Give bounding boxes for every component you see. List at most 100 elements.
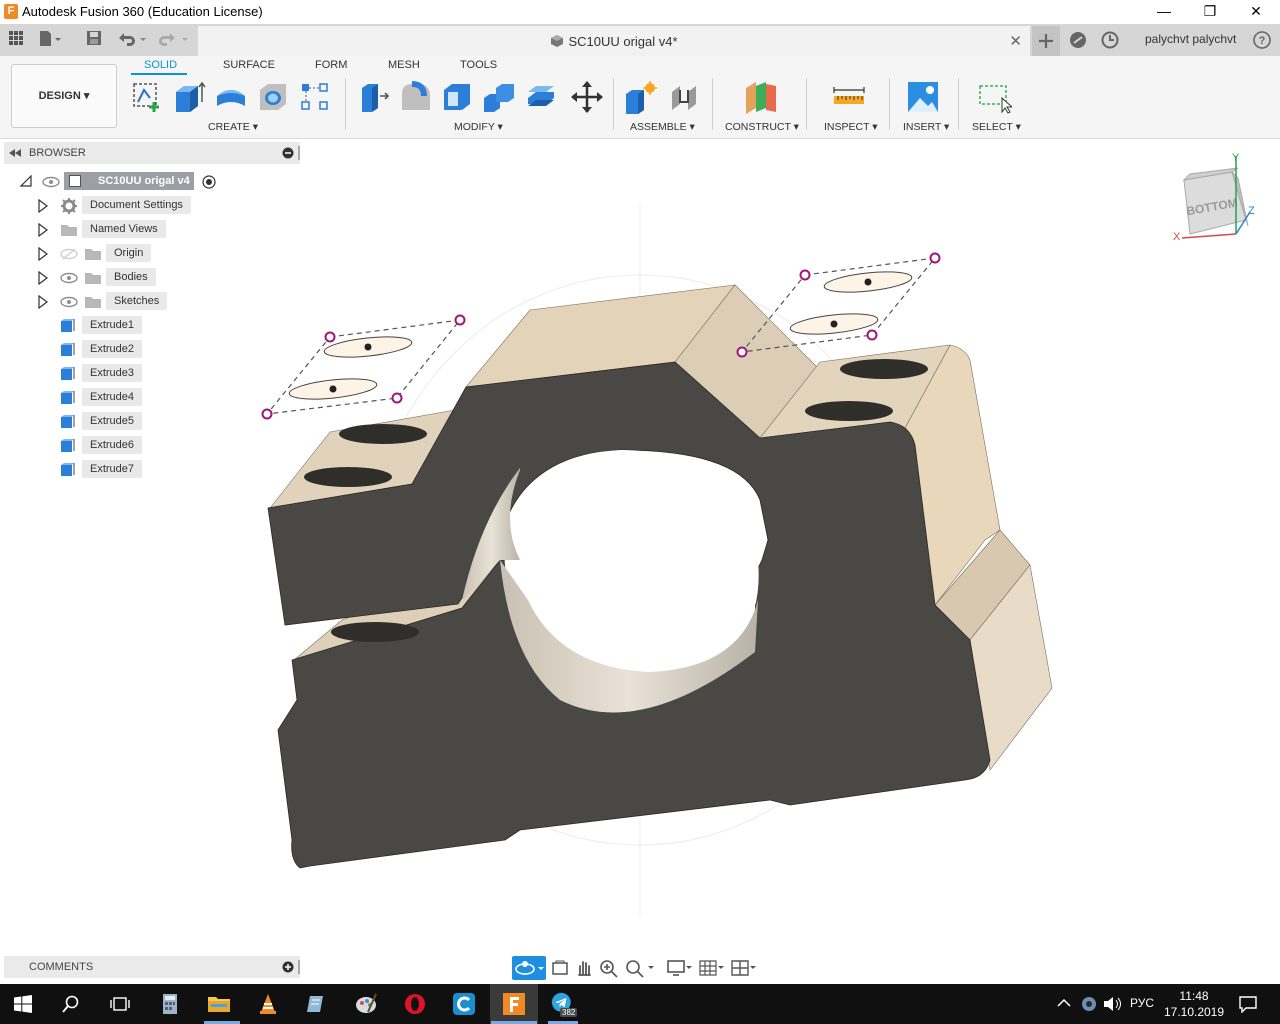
inspect-group-label[interactable]: INSPECT ▾ bbox=[824, 121, 878, 133]
system-clock[interactable]: 11:48 17.10.2019 bbox=[1160, 988, 1228, 1020]
tab-surface[interactable]: SURFACE bbox=[223, 59, 275, 71]
volume-icon[interactable] bbox=[1102, 996, 1122, 1012]
comments-title: COMMENTS bbox=[29, 961, 94, 973]
create-group-label[interactable]: CREATE ▾ bbox=[208, 121, 258, 133]
viewports-icon[interactable] bbox=[730, 958, 758, 978]
sketch-overlay-left[interactable] bbox=[261, 314, 466, 420]
help-glyph: ? bbox=[1259, 35, 1266, 47]
fit-zoom-window-icon[interactable] bbox=[624, 958, 656, 978]
orbit-button[interactable] bbox=[512, 956, 546, 980]
telegram-unread-badge: 382 bbox=[560, 1008, 578, 1017]
select-group-label[interactable]: SELECT ▾ bbox=[972, 121, 1021, 133]
vlc-icon[interactable] bbox=[256, 992, 280, 1016]
assemble-group-label[interactable]: ASSEMBLE ▾ bbox=[630, 121, 695, 133]
clock-date: 17.10.2019 bbox=[1163, 1005, 1225, 1019]
fillet-icon[interactable] bbox=[398, 80, 432, 114]
replace-face-icon[interactable] bbox=[524, 80, 558, 114]
press-pull-icon[interactable] bbox=[356, 80, 390, 114]
toolbar-separator bbox=[345, 78, 346, 130]
navigation-bar bbox=[512, 956, 764, 980]
close-window-button[interactable]: ✕ bbox=[1233, 0, 1279, 24]
joint-icon[interactable] bbox=[668, 80, 702, 114]
combine-icon[interactable] bbox=[482, 80, 516, 114]
look-at-icon[interactable] bbox=[550, 958, 570, 978]
document-tab-label: SC10UU origal v4* bbox=[568, 34, 678, 49]
component-icon bbox=[551, 35, 564, 47]
maximize-button[interactable]: ❐ bbox=[1187, 0, 1233, 24]
tab-bar: SC10UU origal v4* ✕ palychvt palychvt ? bbox=[0, 24, 1280, 56]
orbit-icon bbox=[515, 961, 544, 975]
offset-plane-icon[interactable] bbox=[744, 80, 778, 114]
display-settings-icon[interactable] bbox=[666, 958, 694, 978]
user-name[interactable]: palychvt palychvt bbox=[1145, 32, 1236, 46]
insert-image-icon[interactable] bbox=[906, 80, 940, 114]
tab-form[interactable]: FORM bbox=[315, 59, 347, 71]
plus-icon bbox=[1039, 34, 1053, 48]
job-status-icon[interactable] bbox=[1100, 30, 1120, 50]
ccleaner-icon[interactable] bbox=[452, 992, 476, 1016]
new-component-icon[interactable] bbox=[624, 80, 658, 114]
add-comment-icon[interactable] bbox=[282, 961, 294, 973]
model-viewport[interactable] bbox=[0, 140, 1280, 952]
window-title: Autodesk Fusion 360 (Education License) bbox=[22, 4, 263, 19]
toolbar-separator bbox=[712, 78, 713, 130]
file-explorer-icon[interactable] bbox=[207, 992, 231, 1016]
close-tab-button[interactable]: ✕ bbox=[1009, 32, 1022, 50]
pan-hand-icon[interactable] bbox=[574, 958, 594, 978]
comments-panel[interactable]: COMMENTS bbox=[4, 956, 300, 978]
toolbar-separator bbox=[806, 78, 807, 130]
shell-icon[interactable] bbox=[440, 80, 474, 114]
toolbar-separator bbox=[958, 78, 959, 130]
grid-settings-icon[interactable] bbox=[698, 958, 726, 978]
calculator-icon[interactable] bbox=[158, 992, 182, 1016]
tray-chevron-up-icon[interactable] bbox=[1056, 997, 1072, 1009]
model-body[interactable] bbox=[267, 284, 1053, 869]
opera-icon[interactable] bbox=[403, 992, 427, 1016]
active-tab-underline bbox=[131, 73, 187, 75]
zoom-icon[interactable] bbox=[598, 958, 620, 978]
extrude-icon[interactable] bbox=[172, 80, 206, 114]
windows-taskbar: 382 РУС 11:48 17.10.2019 bbox=[0, 984, 1280, 1024]
tab-solid[interactable]: SOLID bbox=[144, 59, 177, 71]
minimize-button[interactable]: — bbox=[1141, 0, 1187, 24]
title-bar: F Autodesk Fusion 360 (Education License… bbox=[0, 0, 1280, 24]
hole-icon[interactable] bbox=[256, 80, 290, 114]
create-sketch-icon[interactable] bbox=[130, 80, 164, 114]
new-tab-button[interactable] bbox=[1032, 26, 1060, 56]
measure-icon[interactable] bbox=[832, 80, 866, 114]
tab-mesh[interactable]: MESH bbox=[388, 59, 420, 71]
insert-group-label[interactable]: INSERT ▾ bbox=[903, 121, 949, 133]
window-select-icon[interactable] bbox=[978, 80, 1014, 114]
ribbon-toolbar: DESIGN ▾ SOLID SURFACE FORM MESH TOOLS C… bbox=[0, 56, 1280, 139]
windows-start-icon[interactable] bbox=[14, 995, 32, 1013]
document-tab-label-wrap: SC10UU origal v4* bbox=[198, 34, 1030, 49]
view-cube[interactable]: BOTTOM Y X Z bbox=[1170, 150, 1260, 246]
onedrive-icon[interactable] bbox=[1080, 995, 1098, 1013]
fusion360-taskbar-icon[interactable] bbox=[502, 992, 526, 1016]
data-panel-icon[interactable] bbox=[1068, 30, 1088, 50]
document-tab[interactable]: SC10UU origal v4* ✕ bbox=[198, 26, 1030, 56]
construct-group-label[interactable]: CONSTRUCT ▾ bbox=[725, 121, 799, 133]
clock-time: 11:48 bbox=[1179, 989, 1209, 1003]
save-icon[interactable] bbox=[84, 30, 104, 50]
notifications-icon[interactable] bbox=[1238, 995, 1258, 1013]
apps-grid-icon[interactable] bbox=[6, 30, 26, 50]
panel-grip[interactable] bbox=[298, 960, 300, 974]
workspace-switcher[interactable]: DESIGN ▾ bbox=[11, 64, 117, 128]
search-icon[interactable] bbox=[62, 995, 80, 1013]
pattern-icon[interactable] bbox=[298, 80, 332, 114]
task-view-icon[interactable] bbox=[110, 995, 130, 1013]
revolve-icon[interactable] bbox=[214, 80, 248, 114]
file-menu-icon[interactable] bbox=[38, 30, 61, 50]
tab-tools[interactable]: TOOLS bbox=[460, 59, 497, 71]
modify-group-label[interactable]: MODIFY ▾ bbox=[454, 121, 503, 133]
axis-z-label: Z bbox=[1248, 205, 1255, 217]
redo-icon[interactable] bbox=[158, 30, 188, 50]
move-copy-icon[interactable] bbox=[570, 80, 604, 114]
paint-icon[interactable] bbox=[354, 992, 378, 1016]
undo-icon[interactable] bbox=[116, 30, 146, 50]
toolbar-separator bbox=[889, 78, 890, 130]
notepad-icon[interactable] bbox=[305, 992, 329, 1016]
language-indicator[interactable]: РУС bbox=[1130, 996, 1154, 1010]
help-icon[interactable]: ? bbox=[1252, 30, 1272, 50]
